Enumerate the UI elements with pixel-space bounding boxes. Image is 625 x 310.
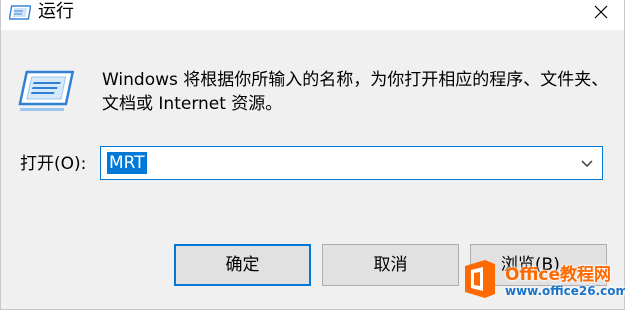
run-icon <box>9 5 31 20</box>
window-title: 运行 <box>38 1 74 22</box>
ok-button[interactable]: 确定 <box>174 244 311 286</box>
watermark-url: www.office26.com <box>505 284 625 298</box>
office-logo-icon <box>465 260 495 298</box>
cancel-button[interactable]: 取消 <box>322 244 459 286</box>
footer-divider <box>1 216 624 217</box>
close-icon[interactable] <box>584 0 618 28</box>
open-label: 打开(O): <box>20 154 87 174</box>
open-input-value[interactable]: MRT <box>107 152 147 174</box>
chevron-down-icon[interactable] <box>580 156 594 170</box>
open-combobox[interactable]: MRT <box>100 146 603 180</box>
dialog-description: Windows 将根据你所输入的名称，为你打开相应的程序、文件夹、文档或 Int… <box>102 70 609 114</box>
run-program-icon <box>18 70 74 111</box>
title-bar: 运行 <box>1 0 624 30</box>
run-dialog: 运行 Windows 将根据你所输入的名称，为你打开相应的程序、文件夹、文档或 … <box>0 0 625 310</box>
watermark-title: Office教程网 <box>505 265 612 285</box>
watermark: Office教程网 www.office26.com <box>461 254 625 306</box>
